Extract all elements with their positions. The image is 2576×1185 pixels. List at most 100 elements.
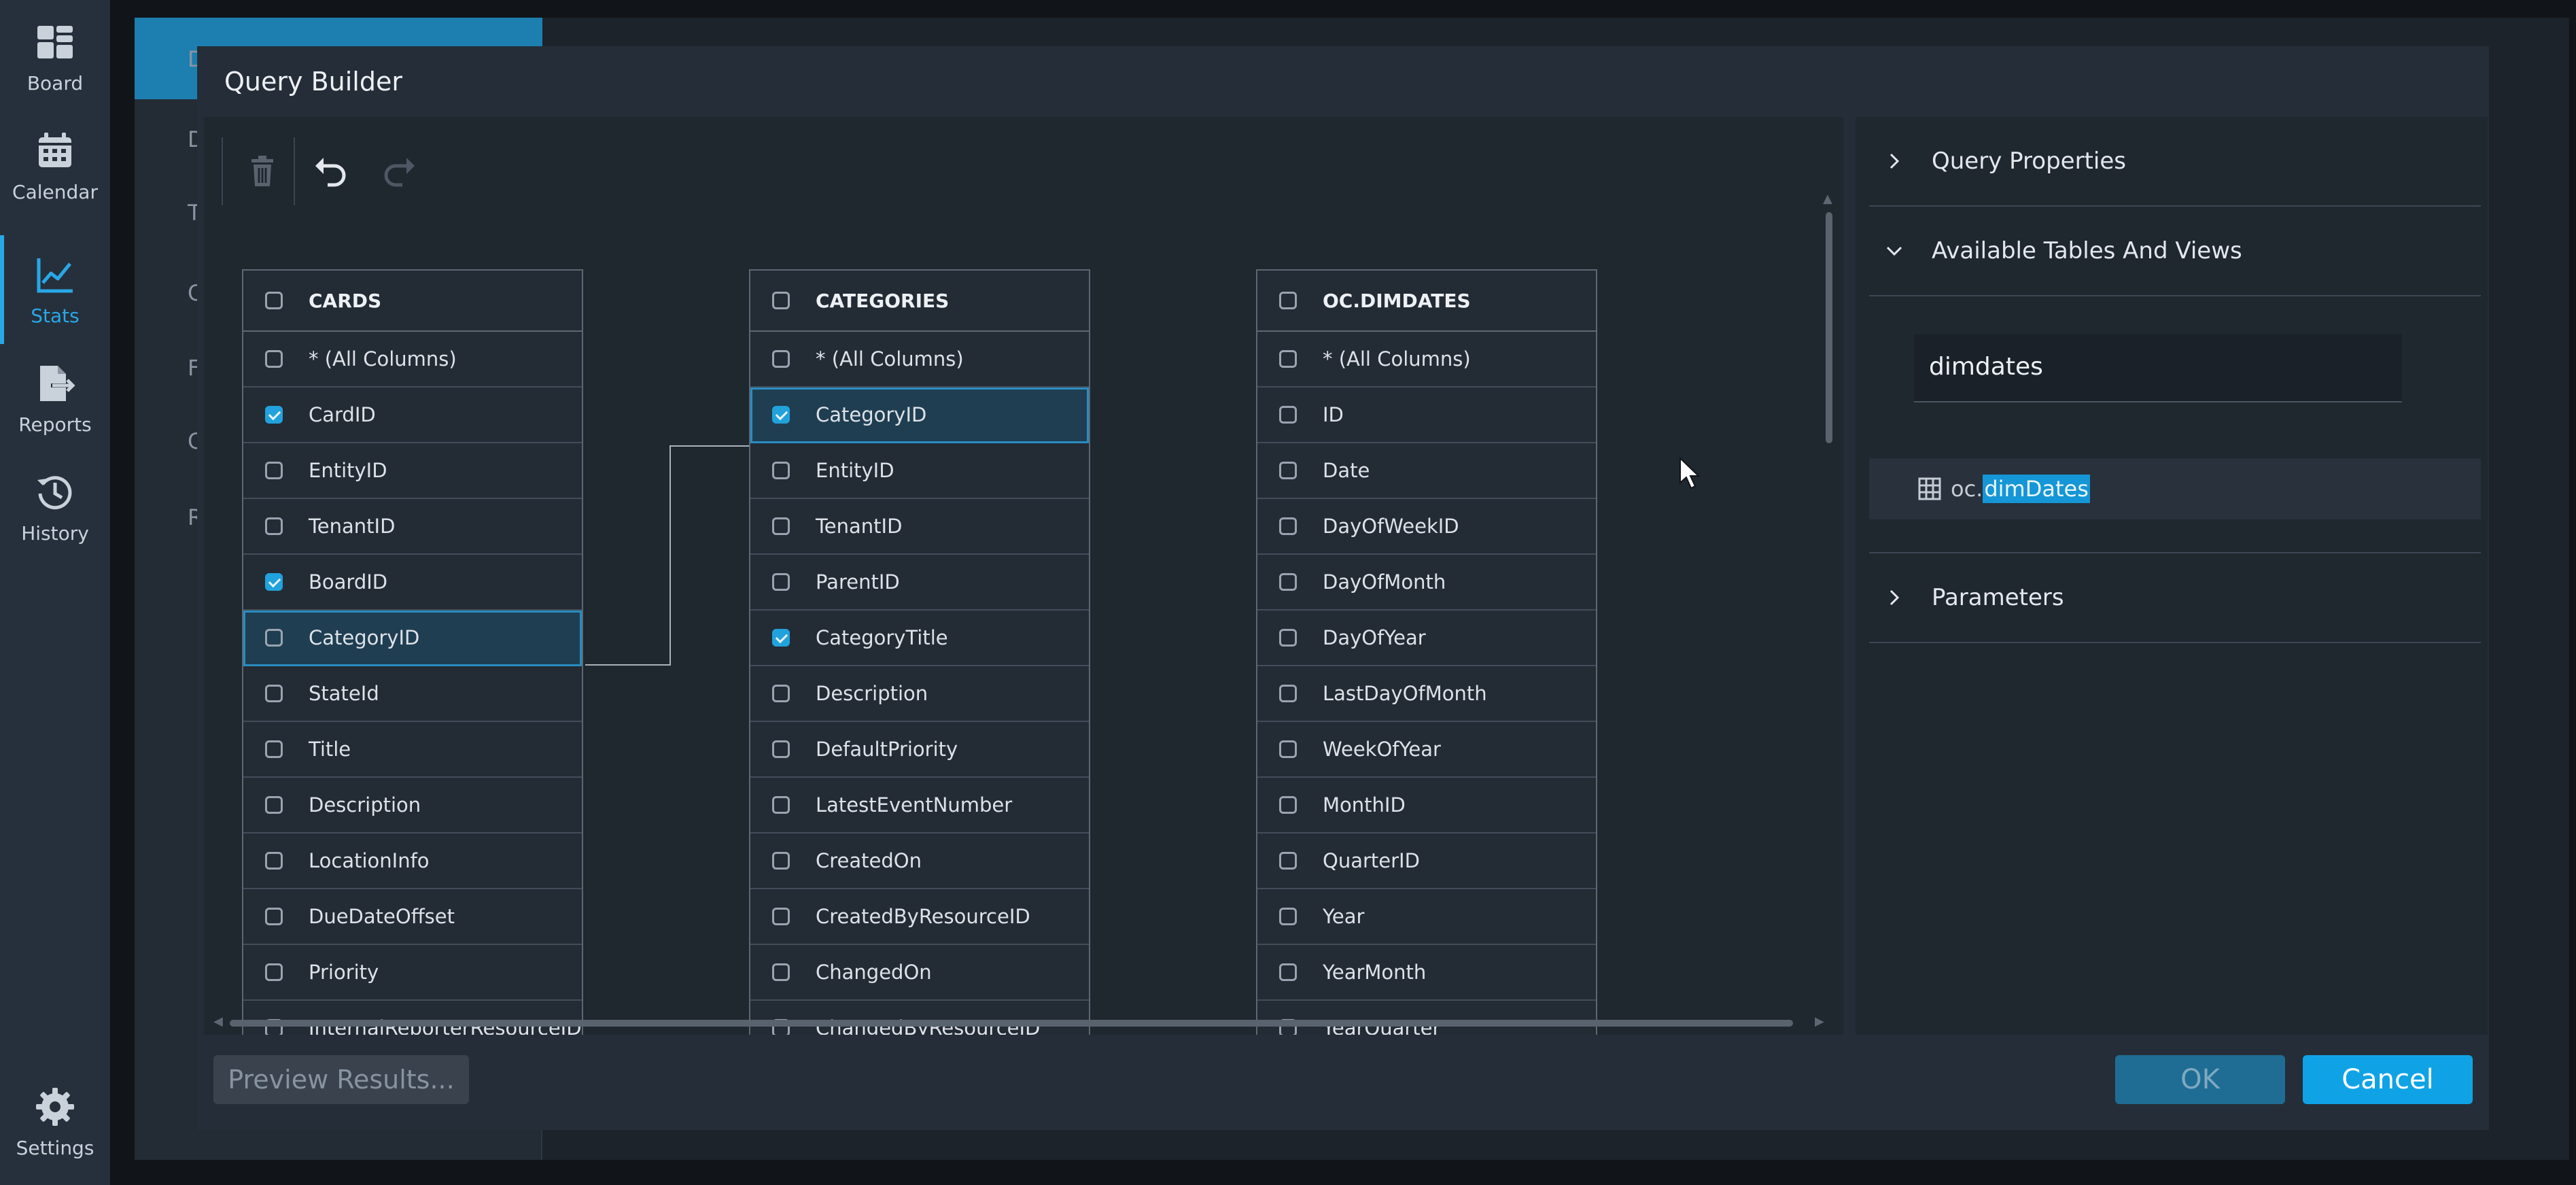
column-row[interactable]: DefaultPriority: [750, 722, 1089, 778]
column-checkbox[interactable]: [265, 629, 283, 647]
column-row[interactable]: MonthID: [1257, 778, 1596, 834]
table-header[interactable]: OC.DIMDATES: [1257, 271, 1596, 332]
column-checkbox[interactable]: [772, 573, 790, 591]
ok-button[interactable]: OK: [2115, 1055, 2285, 1104]
column-checkbox[interactable]: [265, 685, 283, 702]
column-checkbox[interactable]: [772, 740, 790, 758]
column-checkbox[interactable]: [265, 406, 283, 424]
column-row[interactable]: DayOfWeekID: [1257, 499, 1596, 555]
nav-item-settings[interactable]: Settings: [0, 1067, 110, 1176]
column-row[interactable]: Year: [1257, 889, 1596, 945]
column-row[interactable]: ParentID: [750, 555, 1089, 611]
table-header[interactable]: CARDS: [243, 271, 582, 332]
column-checkbox[interactable]: [1279, 740, 1297, 758]
column-checkbox[interactable]: [1279, 852, 1297, 870]
section-parameters[interactable]: Parameters: [1869, 553, 2481, 643]
column-checkbox[interactable]: [772, 908, 790, 925]
nav-item-board[interactable]: Board: [0, 3, 110, 111]
section-query-properties[interactable]: Query Properties: [1869, 117, 2481, 207]
nav-item-stats[interactable]: Stats: [0, 235, 110, 344]
column-row[interactable]: TenantID: [243, 499, 582, 555]
column-row[interactable]: DueDateOffset: [243, 889, 582, 945]
nav-item-reports[interactable]: Reports: [0, 344, 110, 453]
vertical-scroll-thumb[interactable]: [1826, 212, 1832, 443]
table-categories[interactable]: CATEGORIES * (All Columns) CategoryID Enti…: [749, 269, 1090, 1035]
column-checkbox[interactable]: [772, 796, 790, 814]
column-row[interactable]: BoardID: [243, 555, 582, 611]
undo-icon[interactable]: [310, 151, 351, 192]
column-checkbox[interactable]: [1279, 573, 1297, 591]
column-row[interactable]: Priority: [243, 945, 582, 1001]
column-checkbox[interactable]: [1279, 350, 1297, 368]
column-row[interactable]: LocationInfo: [243, 834, 582, 889]
table-select-all-checkbox[interactable]: [1279, 292, 1297, 309]
column-row[interactable]: Title: [243, 722, 582, 778]
column-checkbox[interactable]: [772, 462, 790, 479]
diagram-canvas[interactable]: CARDS * (All Columns) CardID EntityID Tenan…: [204, 117, 1843, 1035]
column-checkbox[interactable]: [265, 350, 283, 368]
column-checkbox[interactable]: [265, 852, 283, 870]
column-row[interactable]: CardID: [243, 388, 582, 443]
column-row[interactable]: ID: [1257, 388, 1596, 443]
column-row[interactable]: YearMonth: [1257, 945, 1596, 1001]
search-result-item[interactable]: oc. dimDates: [1869, 458, 2481, 519]
column-row[interactable]: * (All Columns): [750, 332, 1089, 388]
column-checkbox[interactable]: [1279, 462, 1297, 479]
column-checkbox[interactable]: [772, 629, 790, 647]
column-row[interactable]: DayOfYear: [1257, 611, 1596, 666]
redo-icon[interactable]: [379, 151, 420, 192]
column-checkbox[interactable]: [772, 685, 790, 702]
column-checkbox[interactable]: [772, 852, 790, 870]
column-row[interactable]: CreatedByResourceID: [750, 889, 1089, 945]
column-checkbox[interactable]: [265, 573, 283, 591]
column-checkbox[interactable]: [772, 406, 790, 424]
horizontal-scrollbar[interactable]: ◀ ▶: [213, 1014, 1831, 1031]
column-checkbox[interactable]: [265, 517, 283, 535]
column-checkbox[interactable]: [265, 796, 283, 814]
table-oc-dimdates[interactable]: OC.DIMDATES * (All Columns) ID Date DayOfWe…: [1256, 269, 1597, 1035]
column-row[interactable]: LatestEventNumber: [750, 778, 1089, 834]
column-row[interactable]: EntityID: [750, 443, 1089, 499]
column-checkbox[interactable]: [772, 963, 790, 981]
column-checkbox[interactable]: [772, 350, 790, 368]
column-row[interactable]: CategoryID: [243, 611, 582, 666]
column-checkbox[interactable]: [265, 740, 283, 758]
nav-item-calendar[interactable]: Calendar: [0, 111, 110, 220]
table-cards[interactable]: CARDS * (All Columns) CardID EntityID Tenan…: [242, 269, 583, 1035]
column-checkbox[interactable]: [265, 963, 283, 981]
column-checkbox[interactable]: [265, 462, 283, 479]
column-checkbox[interactable]: [1279, 796, 1297, 814]
nav-item-history[interactable]: History: [0, 453, 110, 562]
column-row[interactable]: CategoryTitle: [750, 611, 1089, 666]
column-row[interactable]: Date: [1257, 443, 1596, 499]
table-header[interactable]: CATEGORIES: [750, 271, 1089, 332]
scroll-right-icon[interactable]: ▶: [1815, 1014, 1824, 1029]
column-checkbox[interactable]: [1279, 517, 1297, 535]
scroll-up-icon[interactable]: ▲: [1823, 192, 1832, 206]
column-checkbox[interactable]: [772, 517, 790, 535]
scroll-left-icon[interactable]: ◀: [213, 1014, 223, 1029]
column-row[interactable]: TenantID: [750, 499, 1089, 555]
column-row[interactable]: Description: [243, 778, 582, 834]
column-checkbox[interactable]: [1279, 908, 1297, 925]
column-row[interactable]: * (All Columns): [1257, 332, 1596, 388]
column-row[interactable]: StateId: [243, 666, 582, 722]
vertical-scrollbar[interactable]: ▲ ▼: [1822, 192, 1837, 1035]
table-search-input[interactable]: dimdates: [1914, 334, 2402, 402]
table-select-all-checkbox[interactable]: [772, 292, 790, 309]
column-row[interactable]: WeekOfYear: [1257, 722, 1596, 778]
section-available-tables[interactable]: Available Tables And Views: [1869, 207, 2481, 296]
horizontal-scroll-thumb[interactable]: [230, 1020, 1793, 1027]
column-row[interactable]: * (All Columns): [243, 332, 582, 388]
column-row[interactable]: DayOfMonth: [1257, 555, 1596, 611]
column-row[interactable]: ChangedOn: [750, 945, 1089, 1001]
column-row[interactable]: LastDayOfMonth: [1257, 666, 1596, 722]
column-checkbox[interactable]: [1279, 406, 1297, 424]
column-row[interactable]: CategoryID: [750, 388, 1089, 443]
cancel-button[interactable]: Cancel: [2303, 1055, 2473, 1104]
column-checkbox[interactable]: [1279, 963, 1297, 981]
column-checkbox[interactable]: [1279, 685, 1297, 702]
column-row[interactable]: QuarterID: [1257, 834, 1596, 889]
column-checkbox[interactable]: [265, 908, 283, 925]
column-row[interactable]: EntityID: [243, 443, 582, 499]
